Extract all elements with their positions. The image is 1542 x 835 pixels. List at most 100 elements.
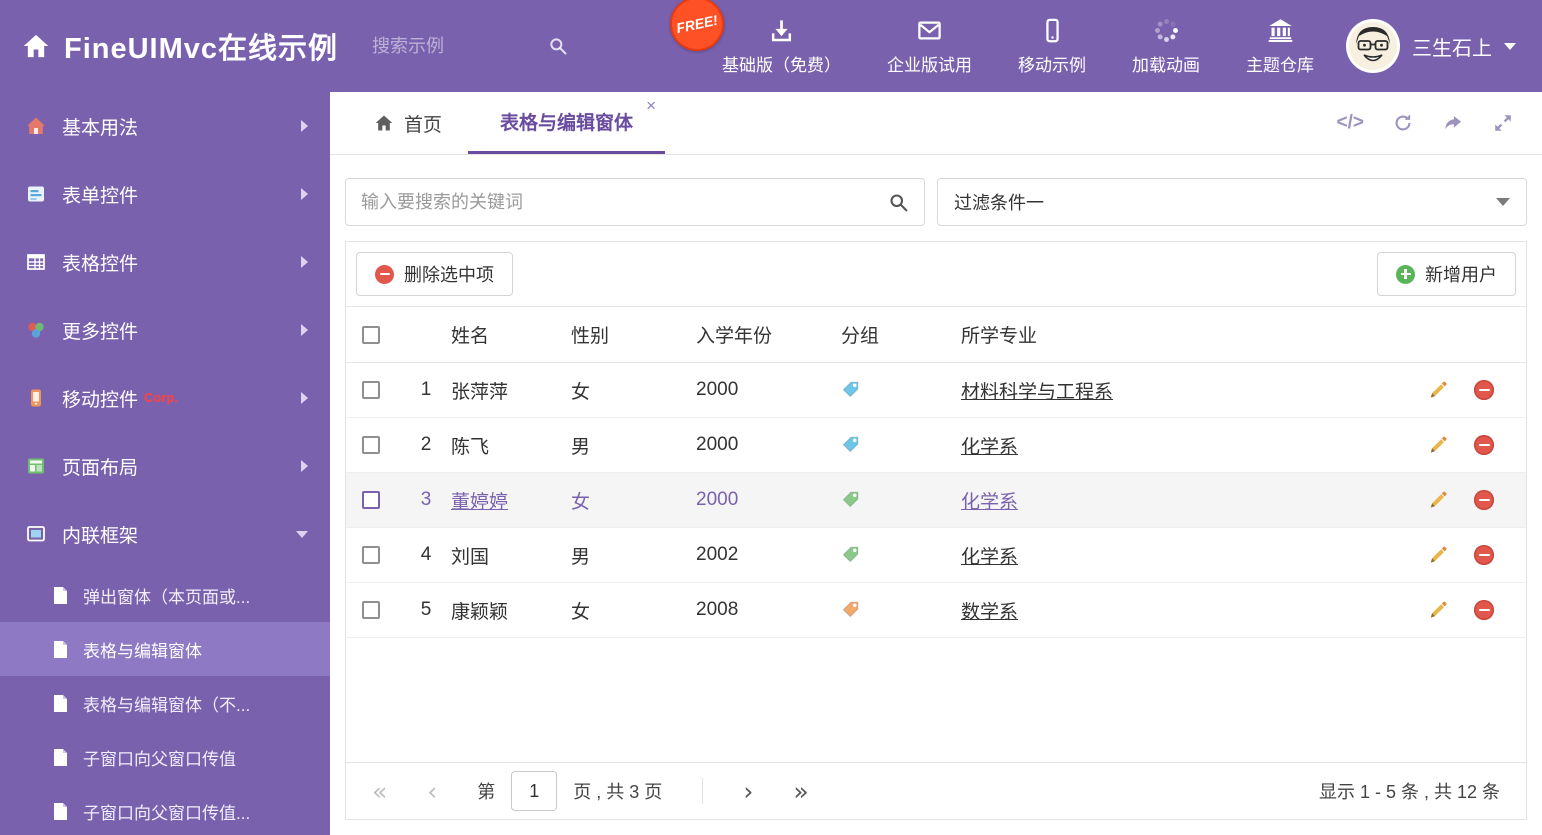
nav-label: 主题仓库 bbox=[1246, 55, 1314, 75]
free-badge: FREE! bbox=[664, 0, 730, 56]
app-title: FineUIMvc在线示例 bbox=[64, 33, 339, 65]
major-link[interactable]: 化学系 bbox=[961, 437, 1018, 458]
header-search[interactable] bbox=[372, 35, 572, 57]
source-code-icon[interactable]: </> bbox=[1337, 112, 1364, 134]
col-gender: 性别 bbox=[571, 306, 696, 363]
sidebar-subitem-grid-edit-window[interactable]: 表格与编辑窗体 bbox=[0, 622, 330, 676]
edit-icon[interactable] bbox=[1427, 490, 1448, 511]
download-icon bbox=[771, 19, 792, 41]
divider bbox=[702, 778, 704, 804]
row-checkbox[interactable] bbox=[362, 546, 380, 564]
first-page-button[interactable]: « bbox=[372, 779, 387, 804]
search-icon[interactable] bbox=[548, 36, 568, 56]
nav-label: 移动示例 bbox=[1018, 55, 1086, 75]
col-rownum bbox=[401, 306, 451, 363]
delete-row-icon[interactable] bbox=[1474, 380, 1494, 400]
tab-bar: 首页 表格与编辑窗体 × </> bbox=[330, 92, 1542, 155]
user-menu[interactable]: 三生石上 bbox=[1346, 19, 1516, 73]
sidebar-item-more-controls[interactable]: 更多控件 bbox=[0, 296, 330, 364]
major-link[interactable]: 化学系 bbox=[961, 547, 1018, 568]
close-icon[interactable]: × bbox=[646, 97, 656, 114]
delete-row-icon[interactable] bbox=[1474, 490, 1494, 510]
expand-icon[interactable] bbox=[1492, 112, 1514, 134]
table-icon bbox=[27, 254, 45, 270]
edit-icon[interactable] bbox=[1427, 600, 1448, 621]
tab-grid-edit-window[interactable]: 表格与编辑窗体 × bbox=[468, 92, 666, 154]
chevron-down-icon[interactable] bbox=[1504, 42, 1516, 50]
tag-icon bbox=[842, 547, 859, 563]
filter-select[interactable]: 过滤条件一 bbox=[937, 178, 1527, 226]
refresh-icon[interactable] bbox=[1392, 112, 1414, 134]
sidebar-subitem-grid-edit-window-2[interactable]: 表格与编辑窗体（不... bbox=[0, 676, 330, 730]
sidebar-subitem-child-to-parent[interactable]: 子窗口向父窗口传值 bbox=[0, 730, 330, 784]
keyword-search-input[interactable] bbox=[361, 191, 888, 213]
row-checkbox[interactable] bbox=[362, 601, 380, 619]
sidebar-item-form-controls[interactable]: 表单控件 bbox=[0, 160, 330, 228]
username[interactable]: 三生石上 bbox=[1412, 32, 1492, 61]
select-all-checkbox[interactable] bbox=[362, 325, 380, 344]
search-icon[interactable] bbox=[888, 192, 909, 213]
row-checkbox[interactable] bbox=[362, 381, 380, 399]
sidebar-subitem-child-to-parent-2[interactable]: 子窗口向父窗口传值... bbox=[0, 784, 330, 835]
last-page-button[interactable]: » bbox=[793, 779, 808, 804]
chevron-right-icon bbox=[301, 460, 308, 472]
delete-selected-button[interactable]: 删除选中项 bbox=[356, 252, 513, 296]
home-icon bbox=[23, 34, 49, 58]
sidebar-item-iframe[interactable]: 内联框架 bbox=[0, 500, 330, 568]
page-suffix-label: 页 , 共 3 页 bbox=[573, 782, 663, 802]
share-icon[interactable] bbox=[1442, 112, 1464, 134]
sidebar-subitem-label: 弹出窗体（本页面或... bbox=[83, 587, 251, 607]
delete-selected-label: 删除选中项 bbox=[404, 265, 494, 285]
sidebar-item-label: 表单控件 bbox=[62, 185, 139, 207]
chevron-right-icon bbox=[301, 188, 308, 200]
header-search-input[interactable] bbox=[372, 35, 537, 57]
tag-icon bbox=[842, 492, 859, 508]
nav-item-mobile-demo[interactable]: 移动示例 bbox=[1018, 17, 1086, 76]
row-checkbox[interactable] bbox=[362, 436, 380, 454]
tab-home[interactable]: 首页 bbox=[348, 92, 468, 154]
delete-row-icon[interactable] bbox=[1474, 435, 1494, 455]
file-icon bbox=[54, 586, 67, 604]
cell-name: 刘国 bbox=[451, 546, 490, 568]
page-number-input[interactable] bbox=[511, 771, 558, 811]
next-page-button[interactable]: › bbox=[743, 779, 753, 804]
cell-name: 陈飞 bbox=[451, 436, 490, 458]
edit-icon[interactable] bbox=[1427, 435, 1448, 456]
brand[interactable]: FineUIMvc在线示例 bbox=[22, 25, 338, 67]
filter-row: 过滤条件一 bbox=[345, 178, 1527, 226]
keyword-search-box[interactable] bbox=[345, 178, 925, 226]
chevron-down-icon bbox=[1496, 198, 1510, 206]
cell-name: 康颖颖 bbox=[451, 601, 509, 623]
nav-item-theme-repo[interactable]: 主题仓库 bbox=[1246, 17, 1314, 76]
sidebar-subitem-popup-window[interactable]: 弹出窗体（本页面或... bbox=[0, 568, 330, 622]
add-user-button[interactable]: 新增用户 bbox=[1377, 252, 1516, 296]
delete-row-icon[interactable] bbox=[1474, 545, 1494, 565]
sidebar-item-grid-controls[interactable]: 表格控件 bbox=[0, 228, 330, 296]
edit-icon[interactable] bbox=[1427, 545, 1448, 566]
chevron-right-icon bbox=[301, 324, 308, 336]
sidebar-item-basic-usage[interactable]: 基本用法 bbox=[0, 92, 330, 160]
row-number: 4 bbox=[401, 527, 451, 583]
edit-icon[interactable] bbox=[1427, 380, 1448, 401]
major-link[interactable]: 化学系 bbox=[961, 492, 1018, 513]
avatar[interactable] bbox=[1346, 19, 1400, 73]
nav-label: 基础版（免费） bbox=[722, 55, 841, 75]
sidebar-item-mobile-controls[interactable]: 移动控件 Corp. bbox=[0, 364, 330, 432]
delete-row-icon[interactable] bbox=[1474, 600, 1494, 620]
col-actions bbox=[1411, 306, 1526, 363]
main-area: 首页 表格与编辑窗体 × </> 输入要搜索的关键词 过滤条件一 删除选中项 新… bbox=[330, 92, 1542, 835]
nav-item-loading-animation[interactable]: 加载动画 bbox=[1132, 17, 1200, 76]
major-link[interactable]: 数学系 bbox=[961, 602, 1018, 623]
envelope-icon bbox=[918, 21, 941, 39]
prev-page-button[interactable]: ‹ bbox=[427, 779, 437, 804]
page-number-group: 第 页 , 共 3 页 bbox=[477, 771, 662, 811]
sidebar: 基本用法 表单控件 表格控件 更多控件 移动控件 Corp. 页面布局 内联框架… bbox=[0, 92, 330, 835]
major-link[interactable]: 材料科学与工程系 bbox=[961, 382, 1113, 403]
iframe-icon bbox=[27, 526, 45, 542]
nav-item-enterprise-trial[interactable]: 企业版试用 bbox=[887, 17, 972, 76]
nav-label: 加载动画 bbox=[1132, 55, 1200, 75]
sidebar-item-page-layout[interactable]: 页面布局 bbox=[0, 432, 330, 500]
row-checkbox[interactable] bbox=[362, 491, 380, 509]
table-row-selected: 3 董婷婷 女 2000 化学系 bbox=[346, 472, 1526, 528]
nav-item-basic-free[interactable]: FREE! 基础版（免费） bbox=[664, 0, 841, 76]
